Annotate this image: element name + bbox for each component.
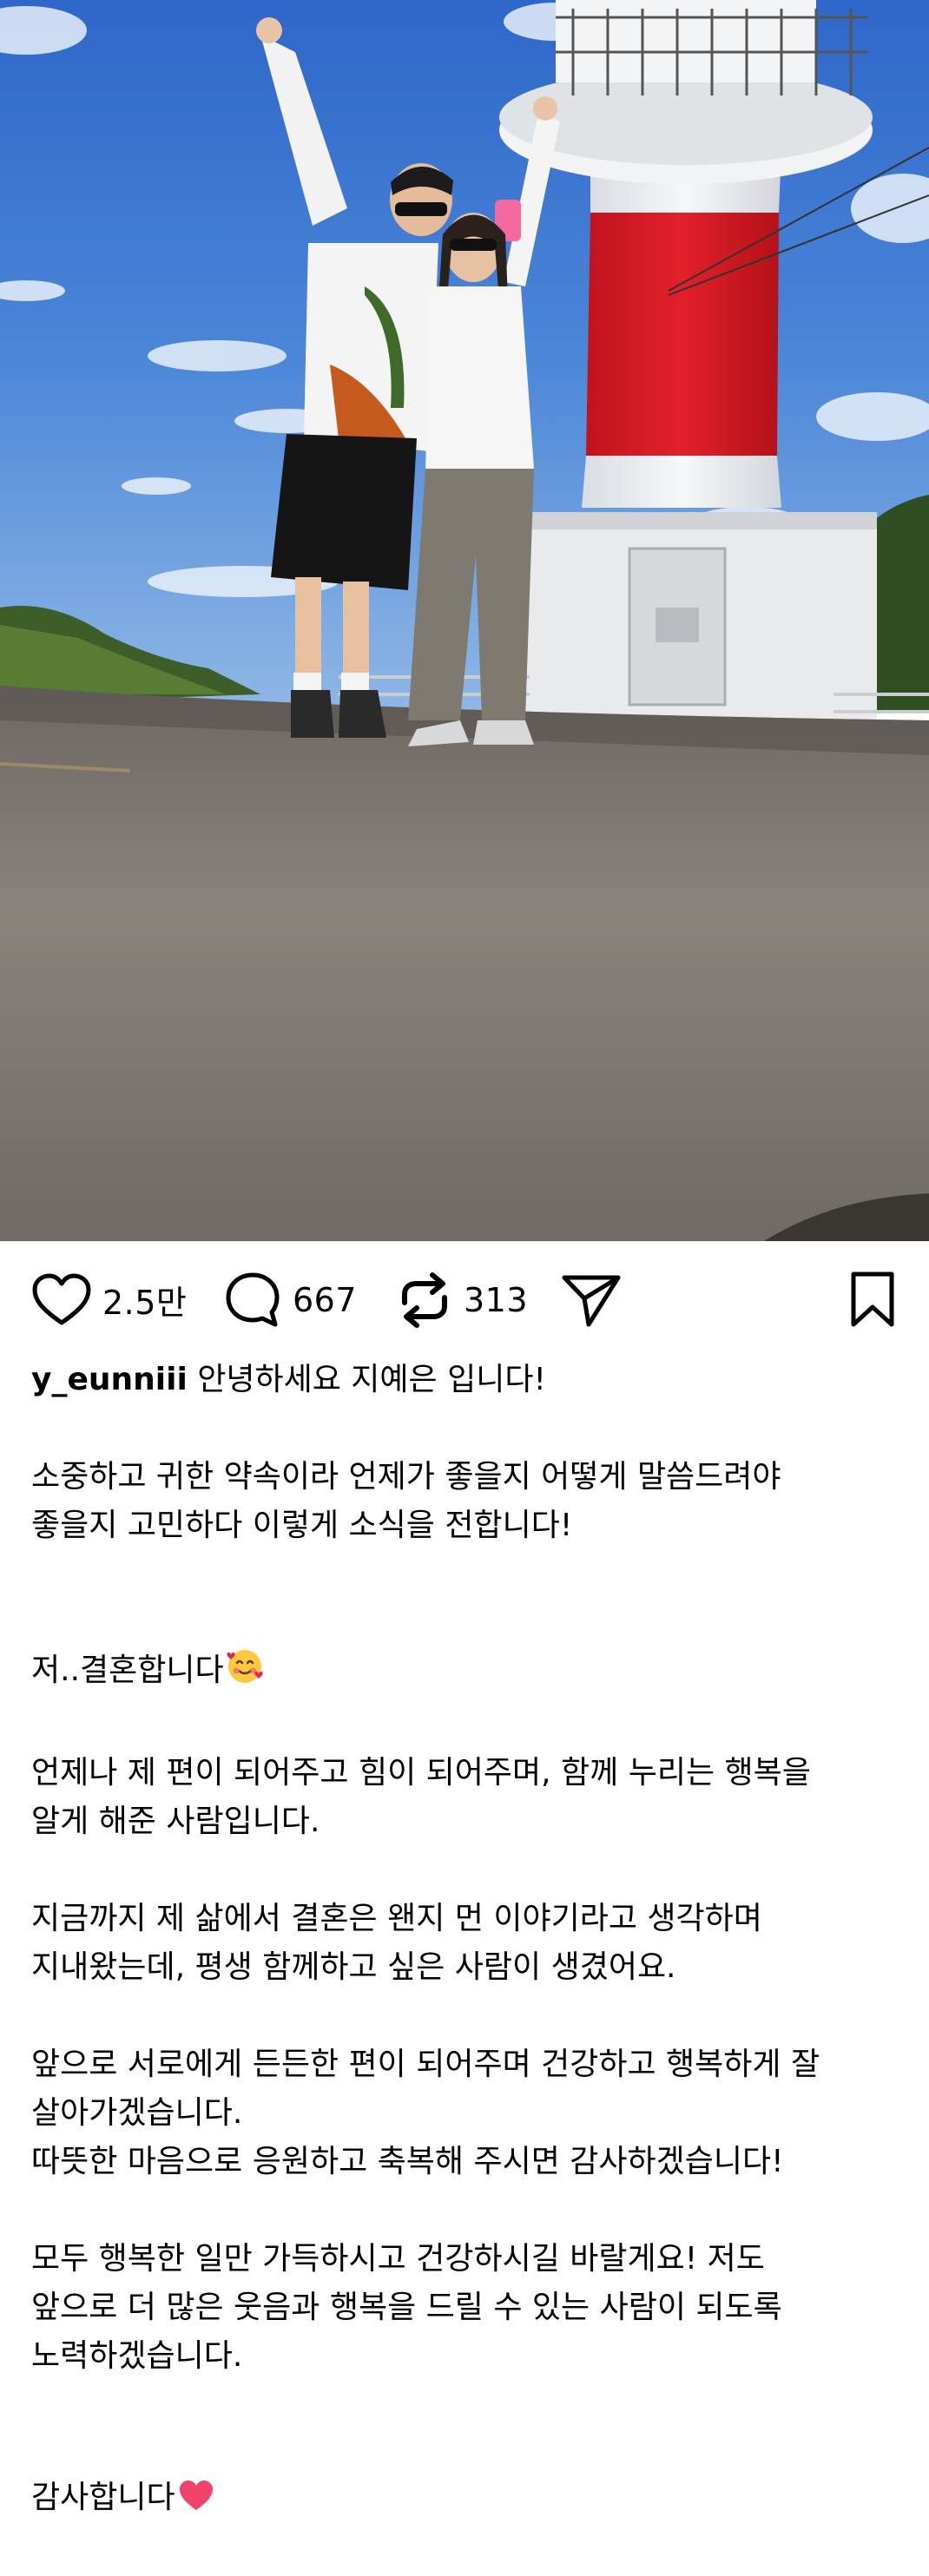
post-action-bar: 2.5만 667 313	[0, 1241, 929, 1358]
caption-paragraph-8: 감사합니다	[31, 2429, 899, 2527]
caption-text-8: 감사합니다	[31, 2480, 175, 2515]
heart-icon	[31, 1272, 92, 1328]
post-photo[interactable]	[0, 0, 929, 1241]
caption-paragraph-1: y_eunniii 안녕하세요 지예은 입니다!	[31, 1356, 899, 1404]
post-caption: y_eunniii 안녕하세요 지예은 입니다! 소중하고 귀한 약속이라 언제…	[31, 1356, 899, 2576]
repost-count: 313	[464, 1280, 529, 1319]
comment-count: 667	[293, 1280, 358, 1319]
comment-button[interactable]: 667	[223, 1241, 357, 1358]
repost-button[interactable]: 313	[396, 1241, 528, 1358]
post-photo-image	[0, 0, 929, 1241]
send-icon	[560, 1271, 623, 1330]
caption-paragraph-4: 언제나 제 편이 되어주고 힘이 되어주며, 함께 누리는 행복을 알게 해준 …	[31, 1755, 811, 1839]
caption-text-1: 안녕하세요 지예은 입니다!	[197, 1362, 546, 1397]
caption-paragraph-2: 소중하고 귀한 약속이라 언제가 좋을지 어떻게 말씀드려야 좋을지 고민하다 …	[31, 1459, 781, 1543]
like-button[interactable]: 2.5만	[31, 1241, 187, 1358]
comment-bubble-icon	[223, 1271, 282, 1330]
caption-paragraph-5: 지금까지 제 삶에서 결혼은 왠지 먼 이야기라고 생각하며 지내왔는데, 평생…	[31, 1901, 762, 1985]
like-count: 2.5만	[102, 1284, 188, 1322]
smiling-face-with-hearts-emoji	[226, 1599, 264, 1700]
repost-icon	[396, 1270, 453, 1331]
caption-paragraph-6: 앞으로 서로에게 든든한 편이 되어주며 건강하고 행복하게 잘 살아가겠습니다…	[31, 2047, 820, 2179]
bookmark-icon	[848, 1271, 897, 1330]
caption-paragraph-3: 저..결혼합니다	[31, 1599, 899, 1700]
red-heart-emoji	[177, 2429, 215, 2527]
bookmark-button[interactable]	[848, 1241, 897, 1358]
username-link[interactable]: y_eunniii	[31, 1362, 188, 1397]
caption-paragraph-7: 모두 행복한 일만 가득하시고 건강하시길 바랄게요! 저도 앞으로 더 많은 …	[31, 2241, 782, 2374]
share-button[interactable]	[560, 1241, 623, 1358]
caption-text-3: 저..결혼합니다	[31, 1653, 224, 1688]
